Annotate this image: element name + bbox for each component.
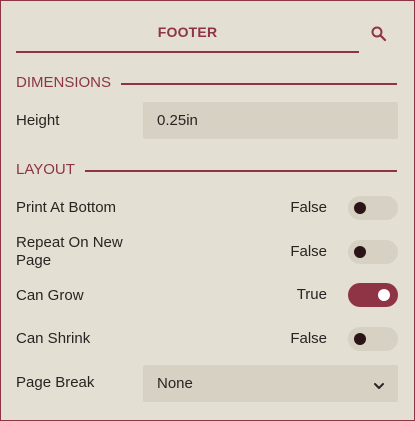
section-label-dimensions: DIMENSIONS (16, 73, 122, 93)
toggle-knob (354, 333, 366, 345)
toggle-knob (354, 246, 366, 258)
repeat-on-new-page-toggle[interactable] (348, 240, 398, 264)
repeat-on-new-page-label: Repeat On New Page (16, 234, 123, 270)
can-shrink-toggle[interactable] (348, 327, 398, 351)
can-grow-toggle[interactable] (348, 283, 398, 307)
toggle-knob (378, 289, 390, 301)
can-grow-label: Can Grow (16, 287, 84, 304)
page-break-value: None (157, 375, 193, 392)
can-shrink-value: False (290, 330, 327, 347)
repeat-on-new-page-label-line2: Page (16, 252, 52, 269)
can-grow-value: True (296, 286, 327, 303)
page-break-select[interactable]: None (143, 365, 398, 402)
page-break-label: Page Break (16, 374, 95, 391)
height-label: Height (16, 112, 60, 129)
repeat-on-new-page-value: False (290, 243, 327, 260)
repeat-on-new-page-label-line1: Repeat On New (16, 234, 123, 251)
footer-properties-panel: FOOTER DIMENSIONS Height 0.25in LAYOUT P… (0, 0, 415, 421)
section-dimensions: DIMENSIONS (16, 73, 397, 93)
can-shrink-label: Can Shrink (16, 330, 91, 347)
print-at-bottom-value: False (290, 199, 327, 216)
height-value: 0.25in (157, 112, 198, 129)
print-at-bottom-toggle[interactable] (348, 196, 398, 220)
height-input[interactable]: 0.25in (143, 102, 398, 139)
panel-header-tab[interactable]: FOOTER (16, 15, 359, 53)
section-layout: LAYOUT (16, 160, 397, 180)
section-label-layout: LAYOUT (16, 160, 85, 180)
search-icon[interactable] (370, 25, 388, 43)
toggle-knob (354, 202, 366, 214)
chevron-down-icon (373, 378, 385, 389)
panel-title: FOOTER (157, 24, 218, 40)
print-at-bottom-label: Print At Bottom (16, 199, 117, 216)
